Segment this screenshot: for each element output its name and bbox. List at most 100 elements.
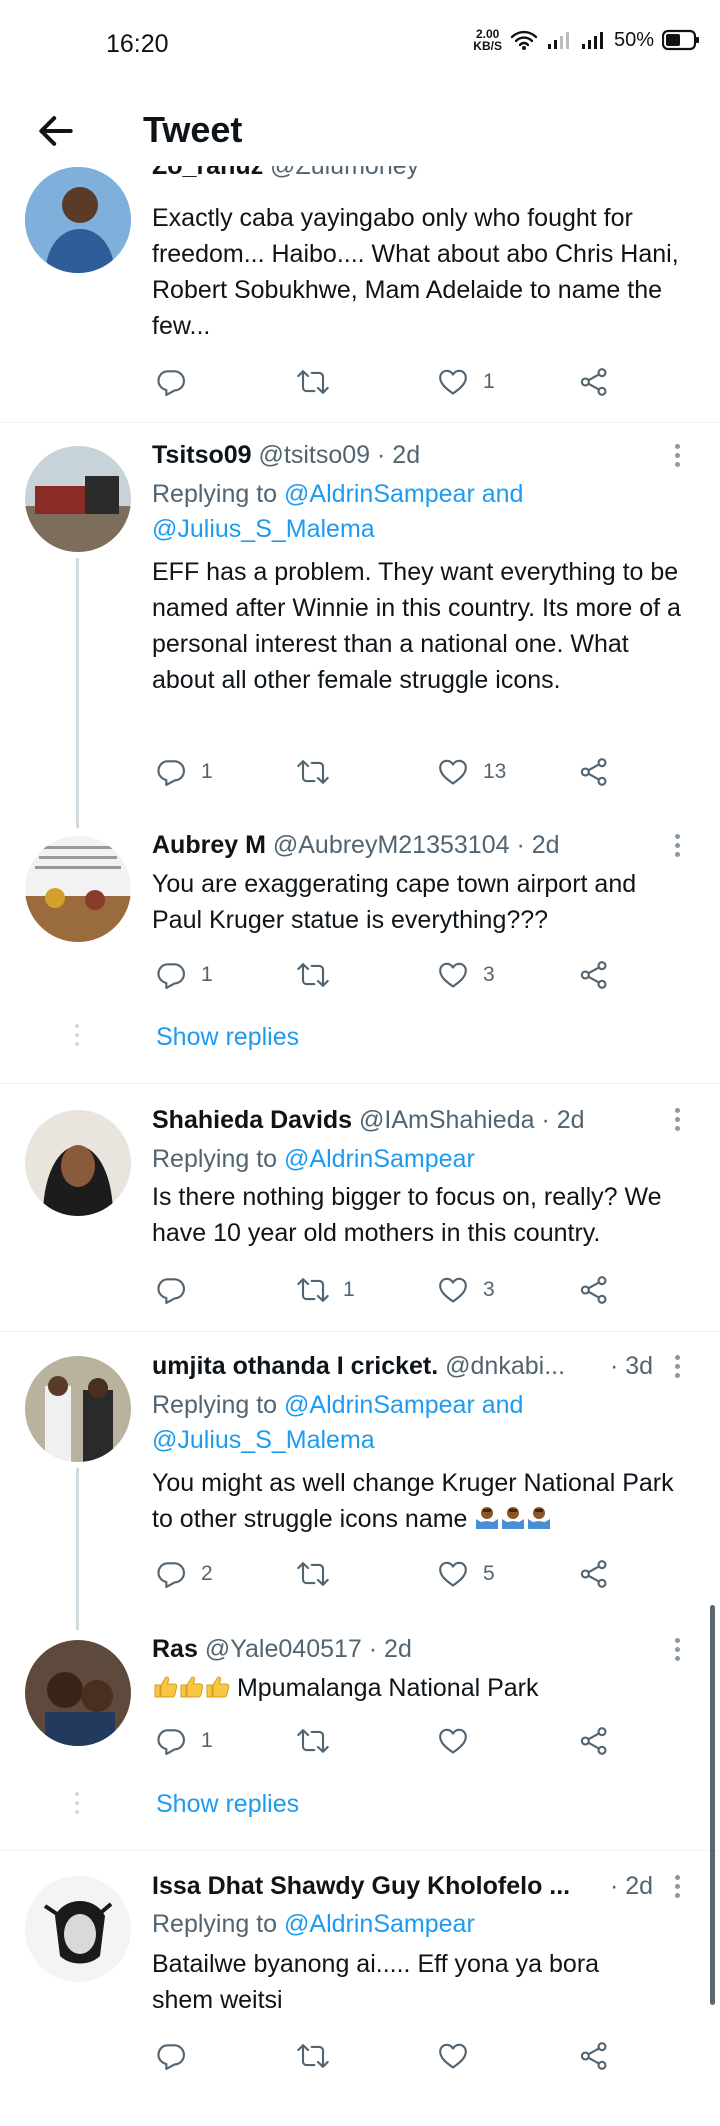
like-button[interactable]: 1 bbox=[437, 366, 495, 398]
reply-button[interactable] bbox=[155, 366, 201, 398]
battery-icon bbox=[662, 29, 699, 51]
retweet-icon bbox=[297, 2040, 329, 2072]
reply-button[interactable]: 1 bbox=[155, 959, 213, 991]
retweet-button[interactable] bbox=[297, 959, 343, 991]
tweet-text: You are exaggerating cape town airport a… bbox=[152, 870, 637, 934]
network-speed-unit: KB/S bbox=[473, 39, 502, 53]
reply-icon bbox=[155, 1725, 187, 1757]
replying-to-prefix: Replying to bbox=[152, 1391, 285, 1419]
back-arrow-icon[interactable] bbox=[34, 109, 78, 153]
tweet-header: Issa Dhat Shawdy Guy Kholofelo ... bbox=[152, 1872, 602, 1901]
share-button[interactable] bbox=[578, 1725, 610, 1757]
replying-to: Replying to @AldrinSampear and @Julius_S… bbox=[152, 477, 682, 547]
share-button[interactable] bbox=[578, 2040, 610, 2072]
share-button[interactable] bbox=[578, 1558, 610, 1590]
like-icon bbox=[437, 1558, 469, 1590]
replying-to: Replying to @AldrinSampear bbox=[152, 1907, 682, 1942]
reply-count: 1 bbox=[201, 1729, 213, 1752]
retweet-icon bbox=[297, 756, 329, 788]
reply-icon bbox=[155, 1274, 187, 1306]
like-button[interactable]: 13 bbox=[437, 756, 506, 788]
like-count: 1 bbox=[483, 370, 495, 393]
like-button[interactable]: 3 bbox=[437, 1274, 495, 1306]
like-button[interactable] bbox=[437, 2040, 483, 2072]
scrollbar[interactable] bbox=[710, 1605, 715, 2005]
like-icon bbox=[437, 756, 469, 788]
user-name[interactable]: Tsitso09 bbox=[152, 441, 252, 469]
reply-button[interactable] bbox=[155, 1274, 201, 1306]
replying-to: Replying to @AldrinSampear bbox=[152, 1142, 682, 1177]
tweet-text: Is there nothing bigger to focus on, rea… bbox=[152, 1183, 662, 1247]
reply-icon bbox=[155, 959, 187, 991]
retweet-button[interactable] bbox=[297, 1558, 343, 1590]
more-options-icon[interactable] bbox=[675, 444, 681, 471]
thread-connector-dots bbox=[75, 1024, 79, 1051]
like-button[interactable] bbox=[437, 1725, 483, 1757]
user-handle: @dnkabi... bbox=[445, 1352, 566, 1380]
tweet-text: EFF has a problem. They want everything … bbox=[152, 558, 681, 694]
show-replies-link[interactable]: Show replies bbox=[156, 1790, 299, 1819]
user-handle: @AubreyM21353104 bbox=[272, 831, 510, 859]
signal-icon-2 bbox=[581, 32, 603, 49]
like-button[interactable]: 3 bbox=[437, 959, 495, 991]
share-button[interactable] bbox=[578, 959, 610, 991]
thread-connector-dots bbox=[75, 1792, 79, 1819]
avatar[interactable] bbox=[25, 1356, 131, 1462]
retweet-button[interactable] bbox=[297, 2040, 343, 2072]
replying-to-mentions[interactable]: @AldrinSampear bbox=[284, 1145, 475, 1173]
replying-to-mentions[interactable]: @AldrinSampear bbox=[284, 1910, 475, 1938]
reply-icon bbox=[155, 756, 187, 788]
retweet-button[interactable] bbox=[297, 756, 343, 788]
reply-icon bbox=[155, 2040, 187, 2072]
battery-percent: 50% bbox=[613, 28, 654, 51]
more-options-icon[interactable] bbox=[675, 1355, 681, 1382]
divider bbox=[0, 1850, 720, 1851]
reply-button[interactable] bbox=[155, 2040, 201, 2072]
thread-line bbox=[76, 558, 79, 828]
more-options-icon[interactable] bbox=[675, 1875, 681, 1902]
retweet-button[interactable] bbox=[297, 366, 343, 398]
user-name[interactable]: Ras bbox=[152, 1635, 198, 1663]
reply-button[interactable]: 1 bbox=[155, 1725, 213, 1757]
avatar[interactable] bbox=[25, 446, 131, 552]
show-replies-link[interactable]: Show replies bbox=[156, 1023, 299, 1052]
signal-icon bbox=[547, 32, 569, 49]
retweet-count: 1 bbox=[343, 1278, 355, 1301]
more-options-icon[interactable] bbox=[675, 1638, 681, 1665]
tweet-time: · 2d bbox=[377, 441, 421, 469]
shrug-emoji-icon bbox=[500, 1505, 526, 1531]
more-options-icon[interactable] bbox=[675, 834, 681, 861]
divider bbox=[0, 1331, 720, 1332]
user-name[interactable]: Issa Dhat Shawdy Guy Kholofelo ... bbox=[152, 1872, 570, 1900]
user-name[interactable]: Zo_ranuz bbox=[152, 166, 263, 180]
tweet-time: · 2d bbox=[368, 1635, 412, 1663]
share-icon bbox=[578, 366, 610, 398]
avatar[interactable] bbox=[25, 1640, 131, 1746]
tweet-text-container: You might as well change Kruger National… bbox=[152, 1465, 692, 1537]
user-name[interactable]: Aubrey M bbox=[152, 831, 266, 859]
user-handle: @Yale040517 bbox=[204, 1635, 362, 1663]
share-button[interactable] bbox=[578, 366, 610, 398]
avatar[interactable] bbox=[25, 1110, 131, 1216]
reply-count: 1 bbox=[201, 760, 213, 783]
reply-button[interactable]: 1 bbox=[155, 756, 213, 788]
like-count: 13 bbox=[483, 760, 507, 783]
divider bbox=[0, 422, 720, 423]
like-button[interactable]: 5 bbox=[437, 1558, 495, 1590]
share-icon bbox=[578, 2040, 610, 2072]
status-time: 16:20 bbox=[106, 30, 169, 58]
more-options-icon[interactable] bbox=[675, 1108, 681, 1135]
user-name[interactable]: Shahieda Davids bbox=[152, 1106, 352, 1134]
replying-to: Replying to @AldrinSampear and @Julius_S… bbox=[152, 1388, 682, 1458]
reply-button[interactable]: 2 bbox=[155, 1558, 213, 1590]
divider bbox=[0, 1083, 720, 1084]
retweet-button[interactable] bbox=[297, 1725, 343, 1757]
share-icon bbox=[578, 756, 610, 788]
share-button[interactable] bbox=[578, 756, 610, 788]
retweet-button[interactable]: 1 bbox=[297, 1274, 355, 1306]
user-name[interactable]: umjita othanda I cricket. bbox=[152, 1352, 438, 1380]
avatar[interactable] bbox=[25, 167, 131, 273]
avatar[interactable] bbox=[25, 1876, 131, 1982]
avatar[interactable] bbox=[25, 836, 131, 942]
share-button[interactable] bbox=[578, 1274, 610, 1306]
